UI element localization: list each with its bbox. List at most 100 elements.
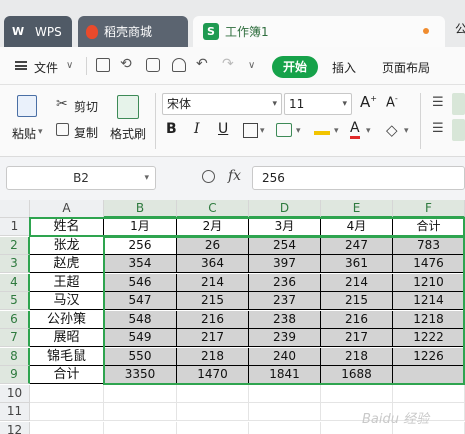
cell-d3[interactable]: 397	[249, 255, 321, 273]
name-box[interactable]: B2 ▾	[6, 166, 156, 190]
cell-b7[interactable]: 549	[104, 329, 177, 347]
cell-d7[interactable]: 239	[249, 329, 321, 347]
cell-a11[interactable]	[30, 403, 104, 421]
italic-button[interactable]: I	[194, 121, 200, 137]
column-header-d[interactable]: D	[249, 200, 321, 218]
cell-e4[interactable]: 214	[321, 273, 393, 292]
cell-d10[interactable]	[249, 384, 321, 403]
cell-c3[interactable]: 364	[177, 255, 249, 273]
align-top-icon[interactable]: ☰	[432, 95, 444, 110]
cell-e6[interactable]: 216	[321, 310, 393, 329]
row-header-9[interactable]: 9	[0, 366, 30, 384]
align-center-icon[interactable]	[452, 119, 465, 141]
cell-d1[interactable]: 3月	[249, 218, 321, 236]
cell-b9[interactable]: 3350	[104, 366, 177, 384]
cell-c1[interactable]: 2月	[177, 218, 249, 236]
row-header-2[interactable]: 2	[0, 236, 30, 255]
chevron-down-icon[interactable]: ▾	[366, 126, 371, 136]
font-size-select[interactable]: 11 ▾	[284, 93, 352, 115]
cell-a10[interactable]	[30, 384, 104, 403]
row-header-7[interactable]: 7	[0, 329, 30, 347]
eraser-icon[interactable]: ◇	[386, 121, 398, 139]
align-middle-icon[interactable]	[452, 93, 465, 115]
cell-b2[interactable]: 256	[104, 236, 177, 255]
align-left-icon[interactable]: ☰	[432, 121, 444, 136]
cell-e7[interactable]: 217	[321, 329, 393, 347]
search-icon[interactable]	[202, 170, 215, 183]
cell-b3[interactable]: 354	[104, 255, 177, 273]
chevron-down-icon[interactable]: ▾	[260, 126, 265, 136]
cell-d4[interactable]: 236	[249, 273, 321, 292]
redo-icon[interactable]: ↷	[222, 56, 234, 72]
cell-f2[interactable]: 783	[393, 236, 465, 255]
cell-e2[interactable]: 247	[321, 236, 393, 255]
print-icon[interactable]	[146, 58, 160, 72]
cell-c6[interactable]: 216	[177, 310, 249, 329]
cell-a3[interactable]: 赵虎	[30, 255, 104, 273]
tab-workbook[interactable]: S 工作簿1	[193, 16, 445, 47]
cell-f9[interactable]	[393, 366, 465, 384]
cell-b5[interactable]: 547	[104, 292, 177, 310]
cell-b6[interactable]: 548	[104, 310, 177, 329]
cell-d8[interactable]: 240	[249, 347, 321, 366]
cell-f10[interactable]	[393, 384, 465, 403]
cell-b4[interactable]: 546	[104, 273, 177, 292]
tab-wps[interactable]: W WPS	[4, 16, 72, 47]
cell-c9[interactable]: 1470	[177, 366, 249, 384]
row-header-11[interactable]: 11	[0, 403, 30, 421]
cell-c11[interactable]	[177, 403, 249, 421]
cell-f5[interactable]: 1214	[393, 292, 465, 310]
cell-b12[interactable]	[104, 421, 177, 434]
decrease-font-size-button[interactable]: A-	[386, 94, 398, 110]
row-header-10[interactable]: 10	[0, 384, 30, 403]
fx-icon[interactable]: fx	[228, 168, 241, 184]
select-all-corner[interactable]	[0, 200, 30, 218]
cell-a5[interactable]: 马汉	[30, 292, 104, 310]
cell-c4[interactable]: 214	[177, 273, 249, 292]
paste-button[interactable]: 粘贴	[12, 125, 36, 142]
formula-input[interactable]: 256	[252, 166, 465, 190]
row-header-3[interactable]: 3	[0, 255, 30, 273]
cell-d2[interactable]: 254	[249, 236, 321, 255]
cell-e10[interactable]	[321, 384, 393, 403]
tab-page-layout[interactable]: 页面布局	[382, 59, 430, 76]
chevron-down-icon[interactable]: ▾	[334, 126, 339, 136]
undo-icon[interactable]: ↶	[196, 56, 208, 72]
row-header-6[interactable]: 6	[0, 310, 30, 329]
cell-a1[interactable]: 姓名	[30, 218, 104, 236]
conditional-format-icon[interactable]	[276, 123, 292, 137]
font-name-select[interactable]: 宋体 ▾	[162, 93, 282, 115]
format-painter-button[interactable]: 格式刷	[110, 125, 146, 142]
cell-e1[interactable]: 4月	[321, 218, 393, 236]
border-icon[interactable]	[243, 123, 258, 138]
cell-a9[interactable]: 合计	[30, 366, 104, 384]
cell-c5[interactable]: 215	[177, 292, 249, 310]
cell-e3[interactable]: 361	[321, 255, 393, 273]
cell-e9[interactable]: 1688	[321, 366, 393, 384]
export-icon[interactable]: ⟲	[120, 56, 132, 72]
increase-font-size-button[interactable]: A+	[360, 93, 377, 111]
cell-c7[interactable]: 217	[177, 329, 249, 347]
cell-a4[interactable]: 王超	[30, 273, 104, 292]
cell-b10[interactable]	[104, 384, 177, 403]
row-header-5[interactable]: 5	[0, 292, 30, 310]
cell-c8[interactable]: 218	[177, 347, 249, 366]
column-header-f[interactable]: F	[393, 200, 465, 218]
cell-f7[interactable]: 1222	[393, 329, 465, 347]
cut-button[interactable]: 剪切	[74, 98, 98, 115]
cell-f8[interactable]: 1226	[393, 347, 465, 366]
cell-d12[interactable]	[249, 421, 321, 434]
row-header-12[interactable]: 12	[0, 421, 30, 434]
cell-b11[interactable]	[104, 403, 177, 421]
chevron-down-icon[interactable]: ∨	[66, 60, 73, 71]
cell-d9[interactable]: 1841	[249, 366, 321, 384]
cell-c12[interactable]	[177, 421, 249, 434]
cell-f4[interactable]: 1210	[393, 273, 465, 292]
tab-partial-label[interactable]: 公	[455, 20, 465, 37]
tab-insert[interactable]: 插入	[332, 59, 356, 76]
cell-d6[interactable]: 238	[249, 310, 321, 329]
format-painter-icon[interactable]	[117, 95, 139, 119]
cell-a6[interactable]: 公孙策	[30, 310, 104, 329]
cell-a7[interactable]: 展昭	[30, 329, 104, 347]
column-header-a[interactable]: A	[30, 200, 104, 218]
